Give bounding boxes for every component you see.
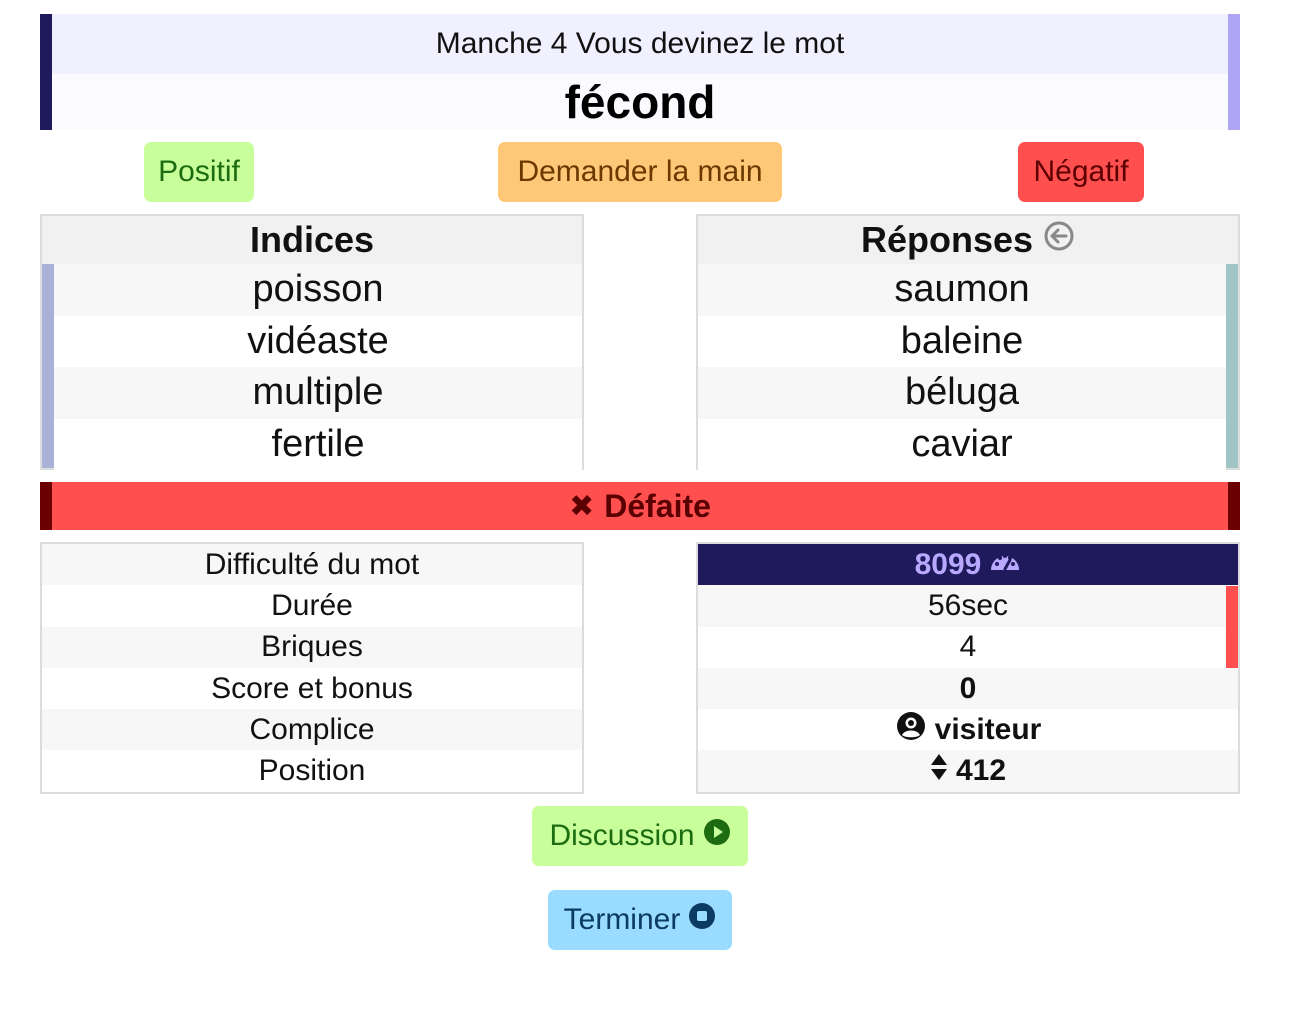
difficulty-value: 8099 — [698, 544, 1238, 586]
round-header: Manche 4 Vous devinez le mot fécond — [40, 14, 1240, 130]
discussion-label: Discussion — [549, 819, 695, 852]
stat-label: Durée — [42, 585, 582, 627]
target-word: fécond — [52, 74, 1228, 130]
header-right-accent — [1228, 14, 1240, 130]
clues-panel: Indices poisson vidéaste multiple fertil… — [40, 214, 584, 470]
user-circle-icon — [895, 710, 927, 750]
clue-item: vidéaste — [54, 315, 582, 367]
difficulty-number: 8099 — [914, 547, 982, 581]
result-banner: ✖ Défaite — [40, 482, 1240, 530]
clues-accent — [42, 264, 54, 468]
negative-button[interactable]: Négatif — [1018, 142, 1144, 202]
answer-item: baleine — [698, 315, 1226, 367]
sort-icon — [930, 753, 948, 789]
stop-circle-icon — [688, 902, 716, 938]
end-button[interactable]: Terminer — [548, 890, 732, 950]
stat-label: Briques — [42, 626, 582, 668]
play-circle-icon — [703, 818, 731, 854]
arrow-left-circle-icon[interactable] — [1043, 219, 1075, 261]
clues-title: Indices — [42, 216, 582, 264]
gauge-icon — [989, 548, 1021, 582]
clues-title-label: Indices — [249, 219, 375, 260]
stats-labels: Difficulté du mot Durée Briques Score et… — [40, 542, 584, 794]
ask-hand-button[interactable]: Demander la main — [498, 142, 782, 202]
discussion-button[interactable]: Discussion — [532, 806, 748, 866]
x-icon: ✖ — [569, 489, 595, 523]
result-left-edge — [40, 482, 52, 530]
bricks-value: 4 — [698, 626, 1238, 668]
round-text: Manche 4 Vous devinez le mot — [52, 14, 1228, 74]
answer-item: béluga — [698, 367, 1226, 419]
stat-label: Complice — [42, 709, 582, 751]
result-right-edge — [1228, 482, 1240, 530]
partner-name: visiteur — [934, 712, 1042, 746]
header-left-accent — [40, 14, 52, 130]
duration-value: 56sec — [698, 585, 1238, 627]
position-number: 412 — [955, 754, 1007, 788]
clue-item: poisson — [54, 264, 582, 316]
stat-label: Position — [42, 750, 582, 792]
answers-title-label: Réponses — [860, 219, 1034, 260]
answer-item: saumon — [698, 264, 1226, 316]
duration-marker — [1226, 586, 1238, 668]
result-label: Défaite — [604, 487, 711, 524]
answers-panel: Réponses saumon baleine béluga caviar — [696, 214, 1240, 470]
answer-item: caviar — [698, 418, 1226, 470]
position-value: 412 — [698, 750, 1238, 792]
clue-item: fertile — [54, 418, 582, 470]
answers-accent — [1226, 264, 1238, 468]
score-value: 0 — [698, 667, 1238, 710]
end-label: Terminer — [563, 903, 681, 936]
stat-label: Difficulté du mot — [42, 544, 582, 586]
answers-title: Réponses — [698, 216, 1238, 264]
partner-value: visiteur — [698, 709, 1238, 751]
stats-values: 8099 56sec 4 0 visiteur 412 — [696, 542, 1240, 794]
clue-item: multiple — [54, 367, 582, 419]
stat-label: Score et bonus — [42, 667, 582, 710]
positive-button[interactable]: Positif — [144, 142, 254, 202]
